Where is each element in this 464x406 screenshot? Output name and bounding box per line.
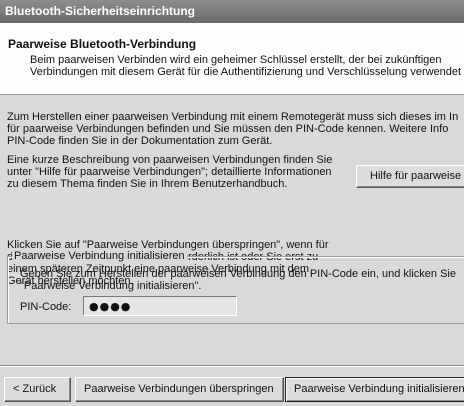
initialize-pairing-button[interactable]: Paarweise Verbindung initialisieren <box>285 377 464 402</box>
skip-pairing-button[interactable]: Paarweise Verbindungen überspringen <box>75 377 284 402</box>
pairing-groupbox-legend: Paarweise Verbindung initialisieren <box>12 249 187 263</box>
bluetooth-security-dialog: Bluetooth-Sicherheitseinrichtung Paarwei… <box>0 0 464 406</box>
wizard-body: Zum Herstellen einer paarweisen Verbindu… <box>0 95 464 365</box>
intro-text: Zum Herstellen einer paarweisen Verbindu… <box>7 111 459 147</box>
header-title: Paarweise Bluetooth-Verbindung <box>8 37 197 51</box>
back-button[interactable]: < Zurück <box>4 377 71 402</box>
header-description: Beim paarweisen Verbinden wird ein gehei… <box>30 54 462 78</box>
help-info-text: Eine kurze Beschreibung von paarweisen V… <box>7 154 333 190</box>
wizard-header: Paarweise Bluetooth-Verbindung Beim paar… <box>0 23 464 95</box>
pin-code-field[interactable] <box>83 296 237 316</box>
pin-code-label: PIN-Code: <box>20 301 72 313</box>
pairing-help-button[interactable]: Hilfe für paarweise <box>356 165 464 188</box>
footer-divider <box>0 365 464 367</box>
pairing-instructions: Geben Sie zum Herstellen der paarweisen … <box>20 268 456 292</box>
window-title: Bluetooth-Sicherheitseinrichtung <box>0 0 464 23</box>
